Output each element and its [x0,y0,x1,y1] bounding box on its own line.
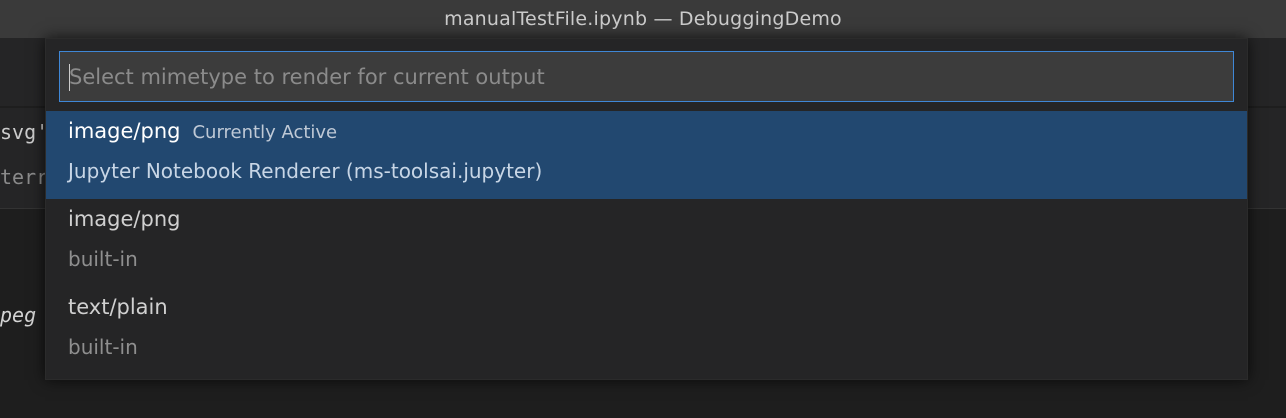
quick-pick-item-header: image/png [68,207,192,231]
background-code-fragment: peg [0,303,37,327]
quick-pick-item[interactable]: image/png Currently Active Jupyter Noteb… [46,111,1247,199]
window-titlebar: manualTestFile.ipynb — DebuggingDemo [0,0,1286,38]
window-title: manualTestFile.ipynb — DebuggingDemo [444,8,842,30]
quick-pick-item-detail: built-in [68,247,138,271]
quick-pick-item-detail: built-in [68,335,138,359]
mimetype-quick-pick: image/png Currently Active Jupyter Noteb… [45,38,1248,380]
quick-pick-item-header: text/plain [68,295,180,319]
quick-pick-item-detail: Jupyter Notebook Renderer (ms-toolsai.ju… [68,159,543,183]
quick-pick-item[interactable]: text/plain built-in [46,287,1247,375]
quick-pick-item-label: image/png [68,119,181,143]
quick-pick-item-label: image/png [68,207,181,231]
text-caret [69,64,70,91]
quick-pick-item-description: Currently Active [192,122,338,143]
quick-pick-item[interactable]: image/png built-in [46,199,1247,287]
quick-pick-item-label: text/plain [68,295,168,319]
mimetype-search-input[interactable] [60,52,1233,101]
quick-pick-list: image/png Currently Active Jupyter Noteb… [46,111,1247,375]
quick-pick-input-box[interactable] [59,51,1234,102]
quick-pick-item-header: image/png Currently Active [68,119,337,143]
